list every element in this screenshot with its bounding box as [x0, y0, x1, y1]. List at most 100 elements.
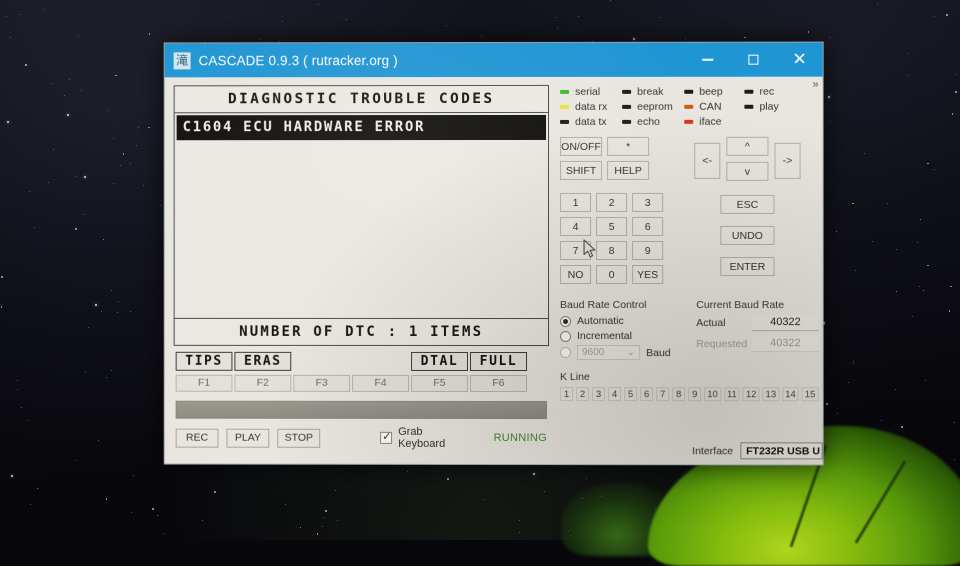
function-key-label-f5[interactable]: F5 [411, 374, 469, 392]
requested-baud-label: Requested [696, 338, 748, 351]
function-key-label-f3[interactable]: F3 [293, 374, 351, 392]
baud-automatic-label: Automatic [577, 315, 624, 328]
led-CAN: CAN [684, 101, 744, 113]
interface-label: Interface [692, 444, 734, 457]
k-line-channel-8[interactable]: 8 [672, 387, 686, 402]
close-icon: ✕ [792, 49, 807, 70]
k-line-channel-1[interactable]: 1 [560, 387, 574, 402]
key-1[interactable]: 1 [560, 192, 592, 212]
play-button[interactable]: PLAY [226, 428, 270, 448]
arrow-left-button[interactable]: <- [694, 142, 721, 179]
k-line-channel-11[interactable]: 11 [723, 387, 740, 402]
key-0[interactable]: 0 [596, 265, 628, 285]
led-indicator-icon [622, 89, 632, 94]
keypad-numeric: ON/OFF * SHIFT HELP 1 2 3 4 5 6 7 8 9 NO 0 YES [560, 136, 680, 289]
window-body: » DIAGNOSTIC TROUBLE CODES C1604 ECU HAR… [164, 76, 823, 465]
dtc-list[interactable]: C1604 ECU HARDWARE ERROR [175, 113, 548, 318]
key-7[interactable]: 7 [560, 240, 592, 261]
led-label: play [759, 100, 779, 113]
k-line-channel-14[interactable]: 14 [782, 387, 799, 402]
close-button[interactable]: ✕ [776, 43, 822, 77]
led-play: play [744, 101, 802, 113]
grab-keyboard-label: Grab Keyboard [398, 425, 446, 450]
radio-selected-icon [560, 315, 572, 327]
led-indicator-icon [560, 119, 570, 124]
checkbox-checked-icon [380, 431, 393, 444]
grab-keyboard-checkbox[interactable]: Grab Keyboard [380, 426, 470, 450]
rec-button[interactable]: REC [175, 428, 219, 448]
keypad-row: 789 [560, 240, 680, 261]
k-line-channel-7[interactable]: 7 [656, 387, 670, 402]
function-key-label-f4[interactable]: F4 [352, 374, 410, 392]
key-shift[interactable]: SHIFT [560, 160, 603, 180]
function-key-row: TIPS F1 ERAS F2 F3 F4 DTAL F5 FULL F6 [174, 351, 549, 393]
maximize-button[interactable] [730, 43, 776, 77]
function-key-cell: F3 [293, 352, 351, 392]
led-rec: rec [744, 86, 802, 98]
function-key-action-f1[interactable]: TIPS [175, 351, 233, 371]
keypad-row: 123 [560, 192, 680, 212]
k-line-channel-6[interactable]: 6 [640, 387, 654, 402]
led-label: data rx [575, 100, 608, 113]
function-key-action-f6[interactable]: FULL [470, 351, 528, 372]
k-line-channel-13[interactable]: 13 [762, 387, 780, 402]
dtc-terminal: DIAGNOSTIC TROUBLE CODES C1604 ECU HARDW… [173, 84, 550, 347]
actual-baud-label: Actual [696, 317, 726, 330]
baud-incremental-option[interactable]: Incremental [560, 330, 686, 342]
function-key-label-f2[interactable]: F2 [234, 374, 292, 392]
dtc-row[interactable]: C1604 ECU HARDWARE ERROR [176, 114, 547, 141]
function-key-cell: FULL F6 [470, 351, 528, 393]
minimize-button[interactable] [684, 43, 730, 77]
progress-bar [175, 400, 548, 420]
baud-automatic-option[interactable]: Automatic [560, 315, 686, 327]
key-5[interactable]: 5 [596, 216, 628, 236]
k-line-channel-3[interactable]: 3 [592, 387, 606, 402]
key-on-off[interactable]: ON/OFF [560, 136, 603, 156]
k-line-channel-9[interactable]: 9 [688, 387, 702, 402]
led-label: break [637, 85, 664, 98]
radio-unselected-icon [560, 330, 572, 342]
key-yes[interactable]: YES [632, 265, 664, 285]
enter-button[interactable]: ENTER [720, 257, 775, 277]
baud-rate-dropdown[interactable]: 9600 ⌄ [577, 345, 641, 361]
window-title-bar[interactable]: 滝 CASCADE 0.9.3 ( rutracker.org ) ✕ [164, 42, 823, 78]
key-3[interactable]: 3 [632, 192, 664, 212]
key-8[interactable]: 8 [596, 240, 628, 261]
arrow-down-button[interactable]: v [726, 161, 769, 181]
led-beep: beep [684, 86, 744, 98]
requested-baud-row: Requested 40322 [696, 336, 819, 353]
led-indicator-icon [684, 89, 694, 94]
led-label: data tx [575, 115, 607, 128]
undo-button[interactable]: UNDO [720, 225, 775, 245]
dtc-count-footer: NUMBER OF DTC : 1 ITEMS [174, 317, 549, 346]
led-indicator-icon [744, 89, 754, 94]
led-break: break [622, 86, 684, 98]
key-no[interactable]: NO [560, 265, 592, 285]
function-key-label-f6[interactable]: F6 [470, 374, 528, 393]
function-key-action-f5[interactable]: DTAL [411, 351, 469, 371]
arrow-up-button[interactable]: ^ [726, 136, 769, 156]
k-line-channel-5[interactable]: 5 [624, 387, 638, 402]
key-4[interactable]: 4 [560, 216, 592, 236]
interface-value[interactable]: FT232R USB U [740, 442, 823, 460]
k-line-channel-4[interactable]: 4 [608, 387, 622, 402]
arrow-right-button[interactable]: -> [774, 142, 801, 179]
key-help[interactable]: HELP [607, 160, 650, 180]
k-line-channel-12[interactable]: 12 [742, 387, 760, 402]
k-line-channel-10[interactable]: 10 [704, 387, 721, 402]
key-6[interactable]: 6 [632, 216, 664, 236]
current-baud-rate-group: Current Baud Rate Actual 40322 Requested… [686, 299, 819, 363]
overflow-chevron-icon[interactable]: » [812, 79, 817, 91]
key--[interactable]: * [607, 136, 650, 156]
stop-button[interactable]: STOP [277, 428, 321, 448]
k-line-channel-2[interactable]: 2 [576, 387, 590, 402]
baud-manual-option[interactable]: 9600 ⌄ Baud [560, 345, 686, 361]
k-line-channel-15[interactable]: 15 [801, 387, 819, 402]
led-eeprom: eeprom [622, 101, 684, 113]
function-key-action-f2[interactable]: ERAS [234, 351, 292, 371]
led-label: CAN [699, 100, 722, 113]
key-2[interactable]: 2 [596, 192, 628, 212]
esc-button[interactable]: ESC [720, 194, 775, 214]
key-9[interactable]: 9 [632, 240, 664, 261]
function-key-label-f1[interactable]: F1 [175, 374, 233, 392]
